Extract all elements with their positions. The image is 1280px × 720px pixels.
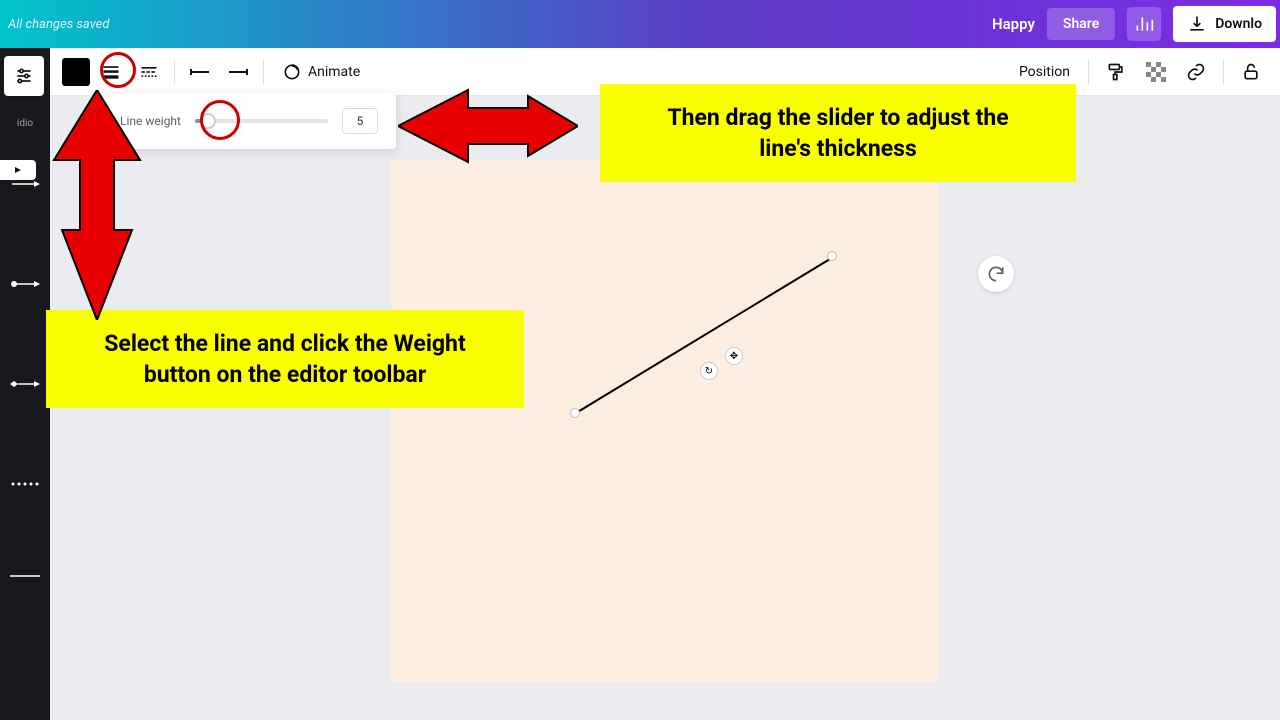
left-sidebar: idio [0,48,50,720]
line-end-icon [227,67,249,77]
toolbar-divider [1223,60,1224,84]
animate-button[interactable]: Animate [272,56,370,88]
line-start-button[interactable] [183,55,217,89]
download-button[interactable]: Downlo [1173,6,1276,42]
header-actions: Happy Share Downlo [992,6,1280,42]
line-preset-dotted[interactable] [10,477,40,491]
toolbar-divider [263,60,264,84]
annotation-callout-2: Then drag the slider to adjust the line'… [600,84,1076,182]
insights-button[interactable] [1127,7,1161,41]
toolbar-divider [174,60,175,84]
line-handle-start[interactable] [570,408,580,418]
line-style-icon [139,62,159,82]
toolbar-divider [1088,60,1089,84]
refresh-icon [986,264,1006,284]
line-start-icon [189,67,211,77]
share-button[interactable]: Share [1047,8,1115,40]
app-header: All changes saved Happy Share Downlo [0,0,1280,48]
move-handle[interactable]: ✥ [725,347,743,365]
position-button[interactable]: Position [1011,58,1078,86]
download-icon [1187,14,1207,34]
transparency-button[interactable] [1139,55,1173,89]
line-preset-diamond-arrow[interactable] [10,377,40,391]
side-expand-tab[interactable] [0,160,36,180]
rotate-icon: ↻ [705,366,713,377]
transparency-icon [1146,62,1166,82]
line-end-button[interactable] [221,55,255,89]
settings-sliders-icon [14,66,34,86]
floating-rotate-button[interactable] [978,256,1014,292]
sidebar-label: idio [17,118,33,129]
annotation-circle-weight-button [100,52,136,88]
annotation-callout-1: Select the line and click the Weight but… [46,310,524,408]
stats-icon [1134,14,1154,34]
annotation-circle-slider-thumb [200,100,240,140]
line-color-swatch[interactable] [62,58,90,86]
link-button[interactable] [1179,55,1213,89]
lock-button[interactable] [1234,55,1268,89]
annotation-arrow-left [398,86,578,166]
tab-arrow-right-icon [11,164,25,176]
link-icon [1186,62,1206,82]
lock-icon [1241,62,1261,82]
line-weight-popup: Line weight [102,93,396,149]
line-weight-input[interactable] [342,108,378,134]
line-preset-dot-arrow[interactable] [10,277,40,291]
annotation-arrow-up [52,90,142,320]
paint-roller-icon [1106,62,1126,82]
design-canvas[interactable]: ↻ ✥ [391,160,939,682]
line-element[interactable] [573,256,833,416]
line-handle-end[interactable] [827,251,837,261]
copy-style-button[interactable] [1099,55,1133,89]
animate-circle-icon [282,62,302,82]
rotate-handle[interactable]: ↻ [700,362,718,380]
sidebar-settings-button[interactable] [4,56,44,96]
happy-label[interactable]: Happy [992,15,1035,33]
line-style-button[interactable] [132,55,166,89]
line-preset-plain[interactable] [10,569,40,583]
save-status: All changes saved [8,17,109,32]
move-icon: ✥ [730,351,738,362]
